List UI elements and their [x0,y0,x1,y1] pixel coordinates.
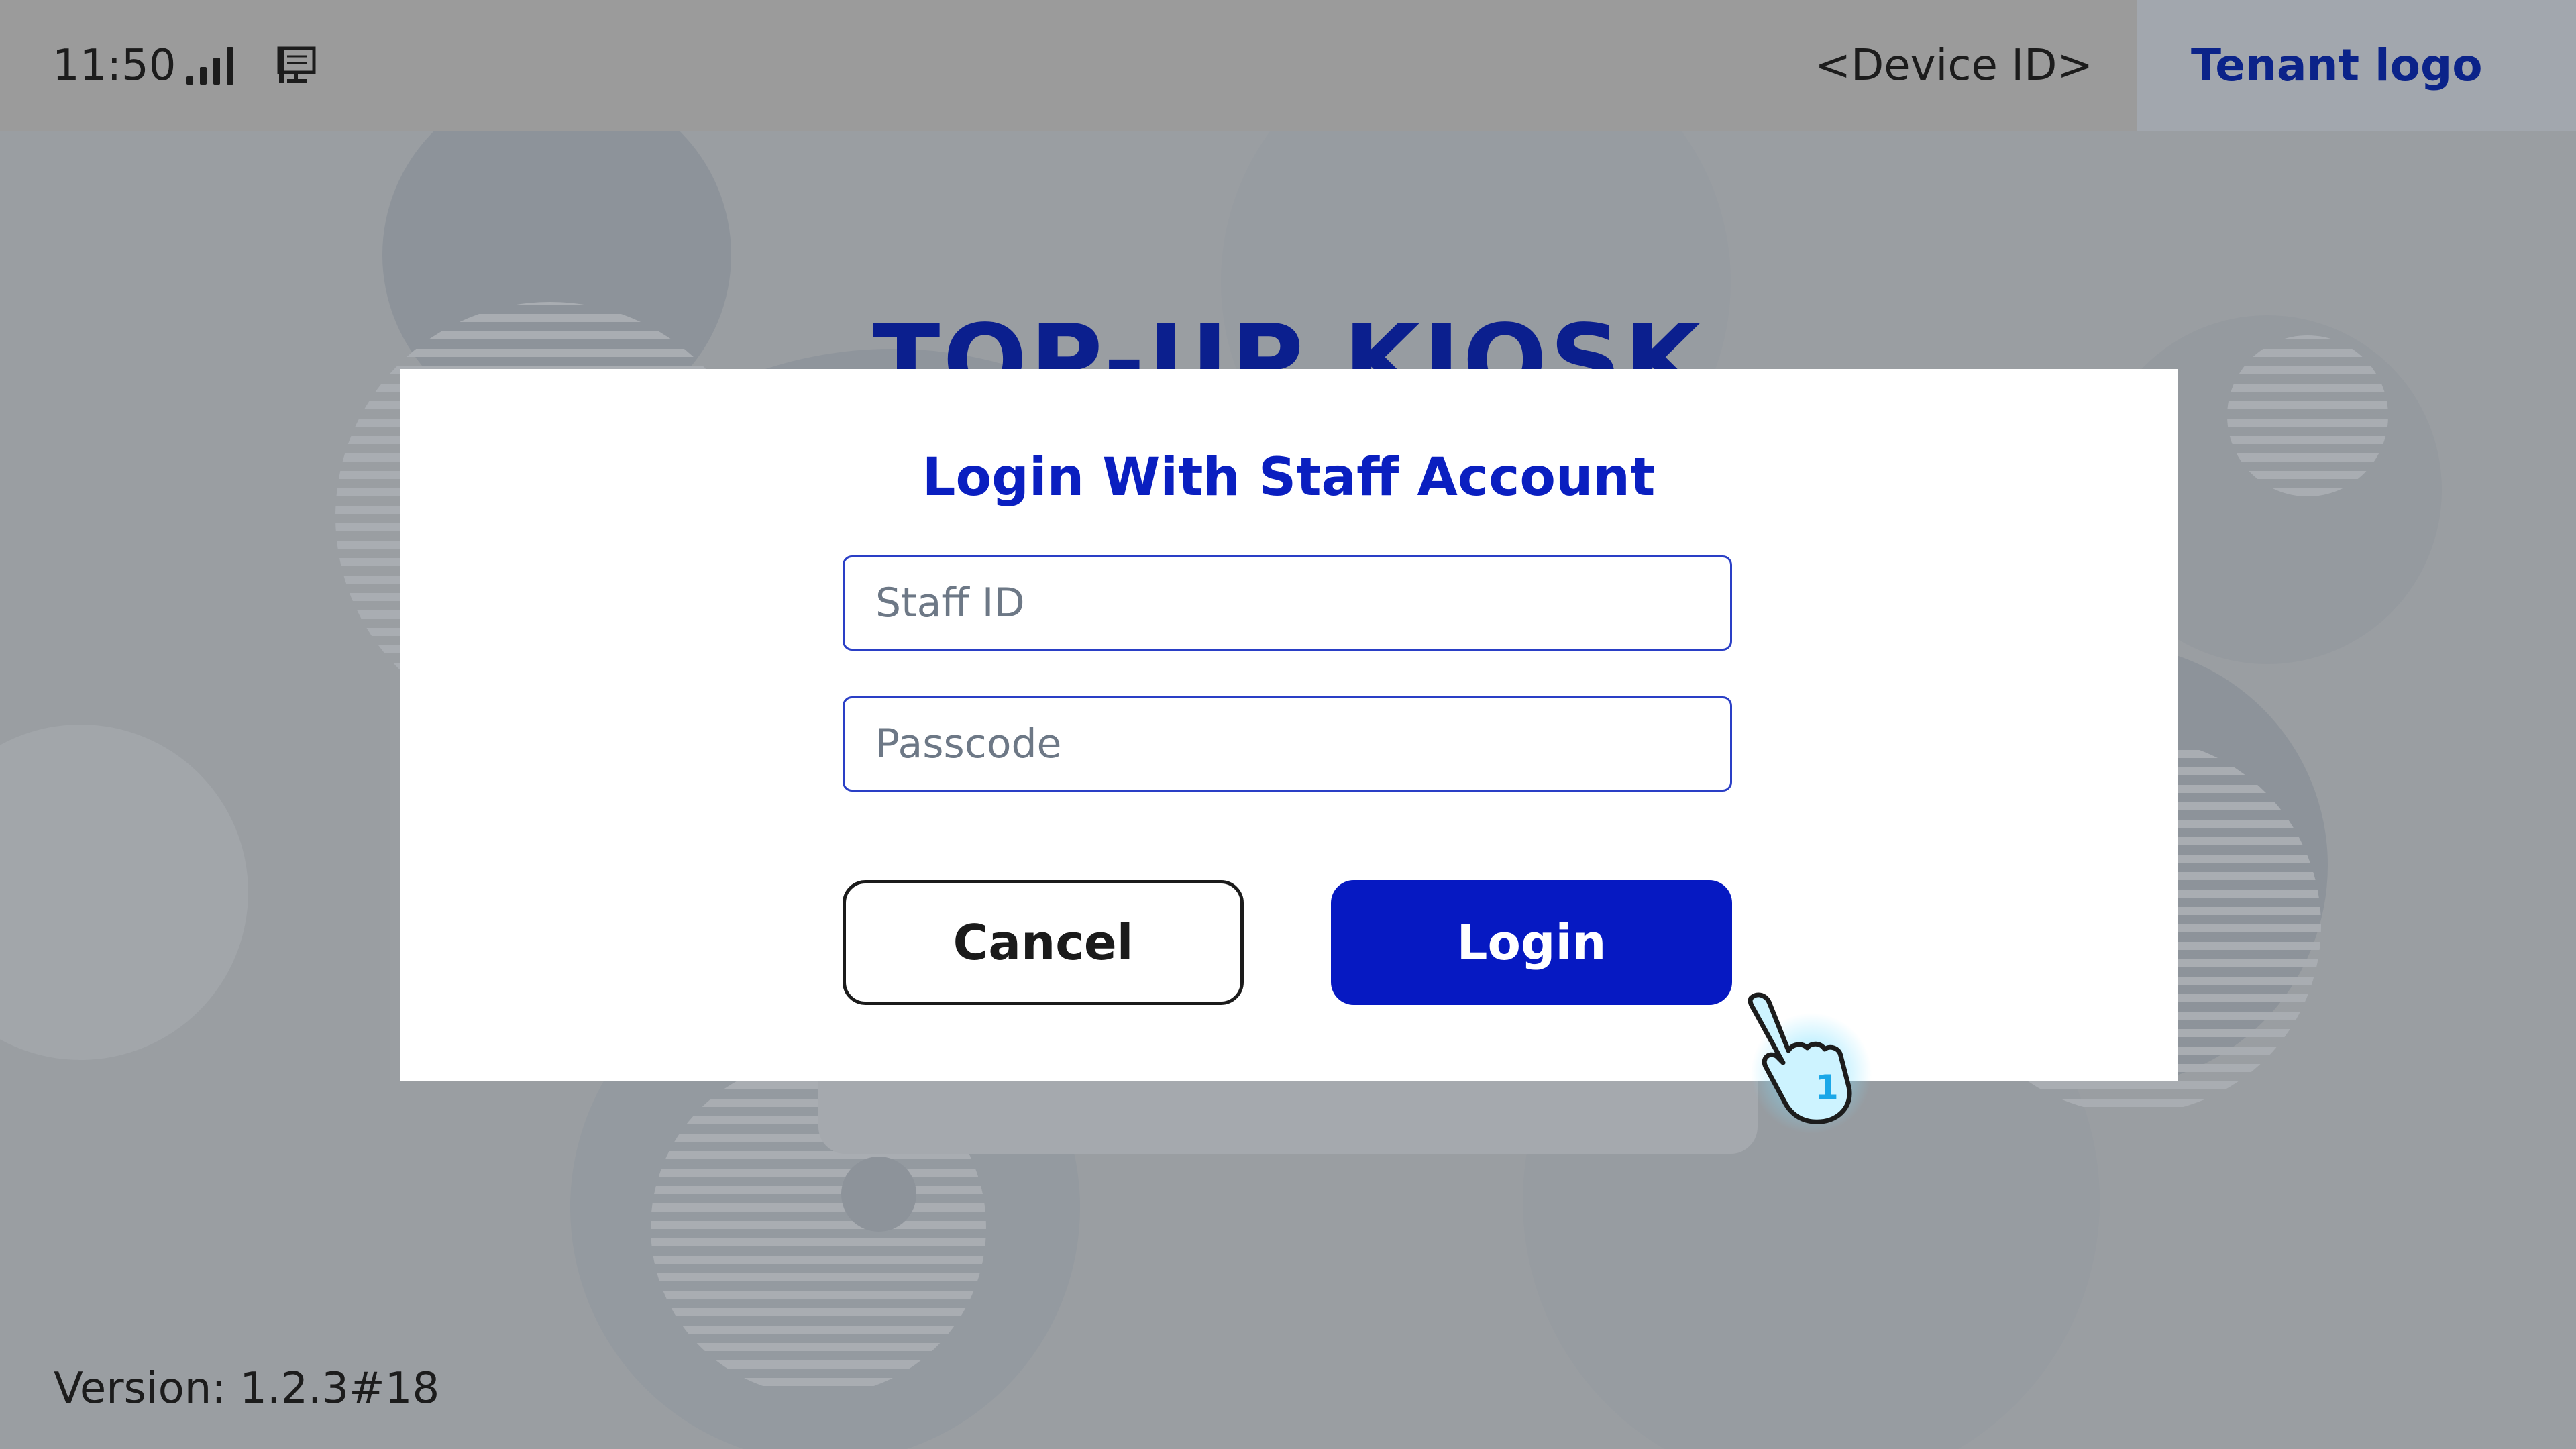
login-button[interactable]: Login [1331,880,1732,1005]
hand-pointer-icon: 1 [1748,992,1872,1134]
cursor-badge: 1 [1815,1068,1839,1107]
tenant-logo: Tenant logo [2191,40,2483,91]
passcode-input[interactable] [843,696,1732,792]
cancel-button[interactable]: Cancel [843,880,1244,1005]
clock-time: 11:50 [52,41,176,91]
dialog-title: Login With Staff Account [922,447,1656,508]
tenant-logo-area: Tenant logo [2137,0,2576,131]
top-status-bar: 11:50 <Device ID> Tenant logo [0,0,2576,131]
device-id-label: <Device ID> [1815,41,2093,91]
signal-strength-icon [186,47,233,85]
version-label: Version: 1.2.3#18 [54,1364,440,1413]
monitor-icon [277,46,316,83]
staff-id-input[interactable] [843,555,1732,651]
login-dialog: Login With Staff Account Cancel Login [400,369,2178,1081]
